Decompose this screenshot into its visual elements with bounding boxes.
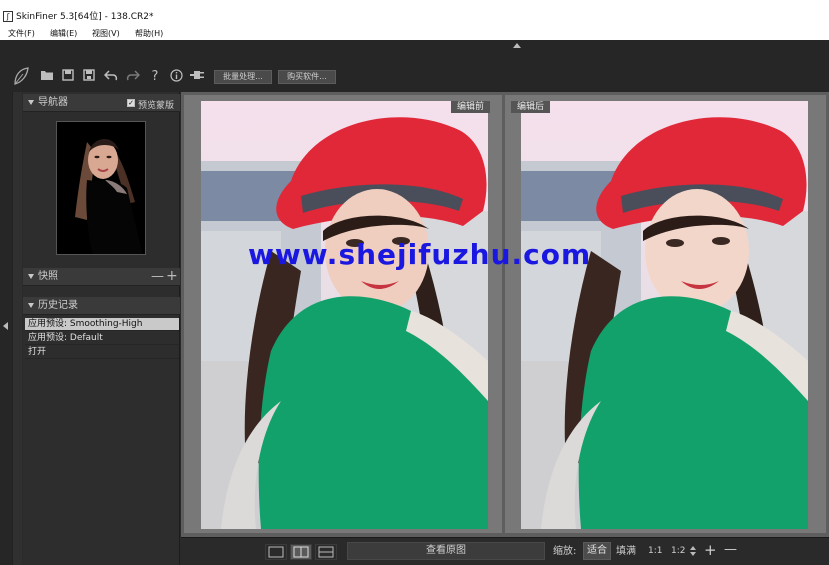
remove-snapshot-button[interactable]: — [151, 270, 164, 283]
left-strip-handle[interactable] [12, 92, 22, 565]
bottom-bar: 查看原图 缩放: 适合 填满 1:1 1:2 + — [181, 537, 829, 565]
zoom-in-button[interactable]: + [704, 541, 717, 559]
history-item[interactable]: 打开 [25, 346, 179, 359]
expand-arrow-icon [28, 274, 34, 279]
history-title: 历史记录 [38, 300, 78, 311]
add-snapshot-button[interactable]: + [166, 269, 178, 283]
snapshots-header[interactable]: 快照 — + [23, 268, 180, 286]
buy-software-button[interactable]: 购买软件... [278, 70, 336, 84]
zoom-1-1-button[interactable]: 1:1 [648, 545, 662, 558]
zoom-out-button[interactable]: — [724, 542, 737, 558]
undo-icon[interactable] [103, 69, 119, 85]
watermark-text: www.shejifuzhu.com [248, 238, 592, 271]
navigator-header[interactable]: 导航器 ✓ 预览蒙版 [23, 94, 180, 112]
history-item[interactable]: 应用预设: Default [25, 332, 179, 345]
zoom-fit-button[interactable]: 适合 [583, 542, 611, 560]
menu-bar: 文件(F) 编辑(E) 视图(V) 帮助(H) [0, 27, 829, 40]
navigator-thumbnail[interactable] [56, 121, 146, 255]
before-label: 编辑前 [451, 101, 491, 113]
title-bar: ʃ SkinFiner 5.3[64位] - 138.CR2* [0, 0, 829, 27]
menu-help[interactable]: 帮助(H) [135, 27, 163, 40]
history-header[interactable]: 历史记录 [23, 297, 180, 315]
plugin-icon[interactable] [189, 69, 205, 85]
open-folder-icon[interactable] [39, 69, 55, 85]
snapshots-title: 快照 [38, 271, 58, 282]
expand-arrow-icon [28, 100, 34, 105]
toolbar: ? 批量处理... 购买软件... [0, 40, 829, 92]
menu-view[interactable]: 视图(V) [92, 27, 120, 40]
expand-arrow-icon [28, 303, 34, 308]
leaf-logo-icon [12, 66, 30, 86]
menu-edit[interactable]: 编辑(E) [50, 27, 77, 40]
save-as-icon[interactable] [81, 69, 97, 85]
view-original-button[interactable]: 查看原图 [347, 542, 545, 560]
save-icon[interactable] [60, 69, 76, 85]
redo-icon[interactable] [125, 69, 141, 85]
before-view[interactable]: 编辑前 [184, 95, 502, 533]
menu-file[interactable]: 文件(F) [8, 27, 35, 40]
batch-process-button[interactable]: 批量处理... [214, 70, 272, 84]
history-item[interactable]: 应用预设: Smoothing-High [25, 318, 179, 331]
side-by-side-icon[interactable] [290, 544, 312, 560]
after-label: 编辑后 [511, 101, 551, 113]
image-canvas[interactable]: 编辑前 编辑后 [181, 92, 829, 537]
single-view-icon[interactable] [265, 544, 287, 560]
preview-mask-label: 预览蒙版 [138, 101, 175, 111]
window-title: SkinFiner 5.3[64位] - 138.CR2* [16, 12, 154, 22]
side-panel: 导航器 ✓ 预览蒙版 快照 — + 历史记录 应用预设: Smoothing-H… [23, 92, 180, 565]
after-photo [521, 101, 808, 529]
zoom-1-2-button[interactable]: 1:2 [671, 545, 685, 558]
app-logo-icon: ʃ [3, 11, 13, 22]
spinner-icon[interactable] [689, 544, 697, 558]
zoom-label: 缩放: [553, 546, 577, 557]
info-icon[interactable] [168, 69, 184, 85]
stacked-view-icon[interactable] [315, 544, 337, 560]
collapse-up-icon[interactable] [513, 43, 521, 48]
after-view[interactable]: 编辑后 [505, 95, 826, 533]
collapse-left-icon[interactable] [3, 322, 8, 330]
preview-mask-checkbox[interactable]: ✓ [127, 99, 135, 107]
navigator-title: 导航器 [38, 97, 68, 108]
help-icon[interactable]: ? [147, 69, 163, 85]
zoom-fill-button[interactable]: 填满 [616, 545, 636, 558]
before-photo [201, 101, 488, 529]
